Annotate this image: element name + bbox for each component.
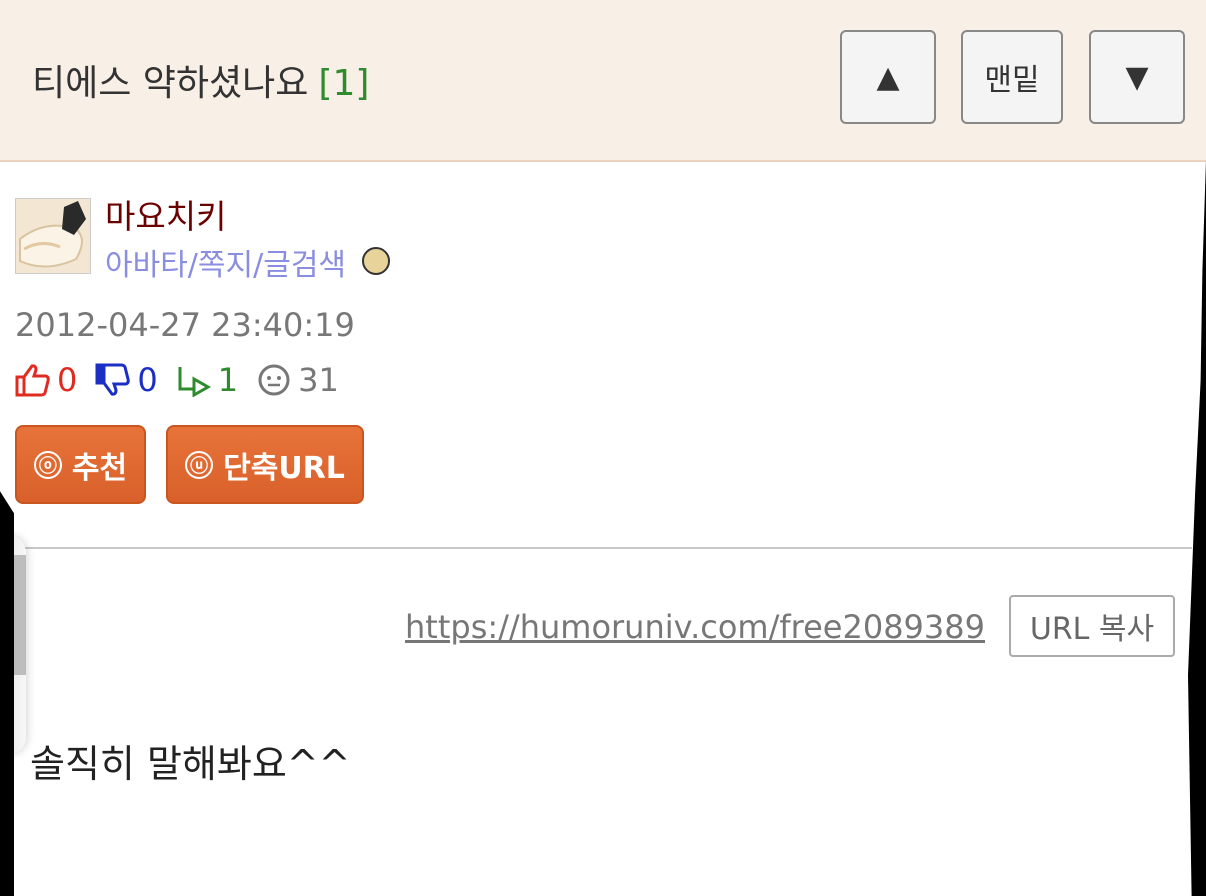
dislike-count: 0 <box>137 361 158 399</box>
avatar[interactable] <box>15 198 91 274</box>
arrow-down-icon: ▼ <box>1125 59 1149 95</box>
short-url-label: 단축URL <box>223 450 345 486</box>
divider <box>14 547 1192 549</box>
post-body: 솔직히 말해봐요^^ <box>30 742 351 786</box>
recommend-button[interactable]: ⓞ 추천 <box>15 425 146 504</box>
short-url-button[interactable]: ⓤ 단축URL <box>166 425 364 504</box>
author-links[interactable]: 아바타/쪽지/글검색 <box>105 240 346 284</box>
like-stat: 0 <box>15 361 77 399</box>
comment-count[interactable]: [1] <box>318 63 369 104</box>
scroll-bottom-button[interactable]: 맨밑 <box>961 30 1063 124</box>
face-icon <box>258 364 290 396</box>
short-url-icon: ⓤ <box>185 450 214 479</box>
view-count: 31 <box>298 361 339 399</box>
recommend-label: 추천 <box>71 450 128 486</box>
like-count: 0 <box>57 361 78 399</box>
scroll-up-button[interactable]: ▲ <box>840 30 936 124</box>
view-stat: 31 <box>256 361 339 399</box>
scroll-down-button[interactable]: ▼ <box>1089 30 1185 124</box>
post-title: 티에스 약하셨나요 [1] <box>32 54 369 106</box>
author-name[interactable]: 마요치키 <box>105 190 226 238</box>
copy-url-button[interactable]: URL 복사 <box>1009 595 1175 657</box>
page: 티에스 약하셨나요 [1] ▲ 맨밑 ▼ 마요치키 아바타/쪽지/글검색 2012… <box>0 0 1206 896</box>
recommend-icon: ⓞ <box>33 450 62 479</box>
arrow-up-icon: ▲ <box>876 59 900 95</box>
post-header: 티에스 약하셨나요 [1] ▲ 맨밑 ▼ <box>0 0 1206 162</box>
avatar-image <box>16 199 90 273</box>
reply-arrow-icon <box>178 367 211 397</box>
thumbs-up-icon <box>15 364 50 397</box>
thumbs-down-icon <box>95 363 131 396</box>
reply-count: 1 <box>217 361 239 399</box>
post-title-text: 티에스 약하셨나요 <box>32 63 309 104</box>
member-badge-icon <box>362 247 390 275</box>
dislike-stat: 0 <box>95 361 158 399</box>
post-url-link[interactable]: https://humoruniv.com/free2089389 <box>405 608 985 646</box>
scroll-bottom-label: 맨밑 <box>984 63 1040 98</box>
reply-stat: 1 <box>176 361 238 399</box>
post-date: 2012-04-27 23:40:19 <box>15 306 355 344</box>
post-stats: 0 0 1 31 <box>15 360 357 400</box>
